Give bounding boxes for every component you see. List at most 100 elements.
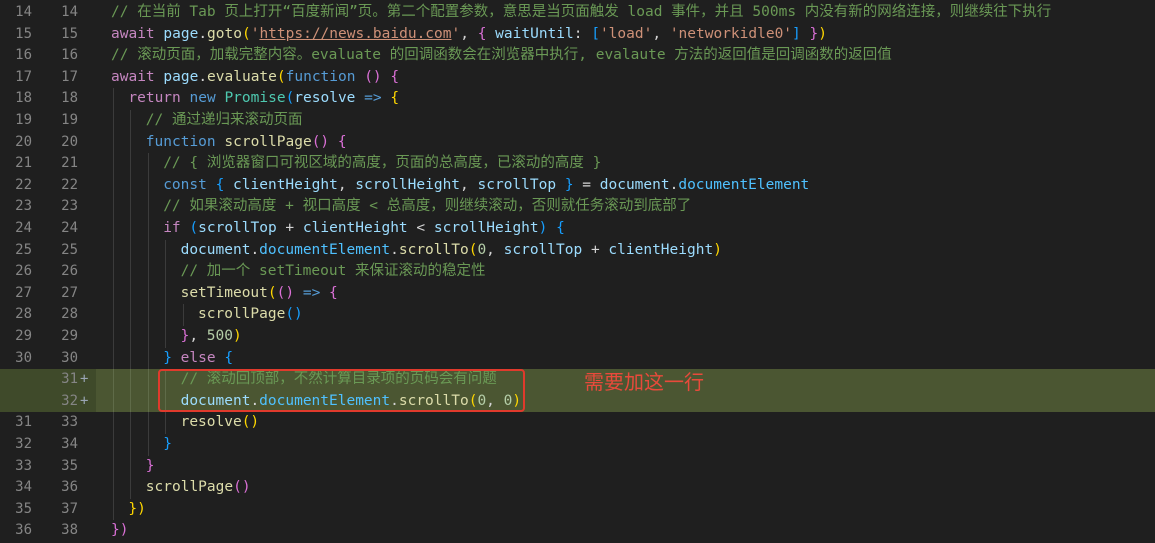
code-token: : — [573, 25, 592, 42]
indent-guide — [113, 369, 114, 391]
new-line-number: 35 — [61, 457, 78, 474]
code-line[interactable]: 19 19// 通过递归来滚动页面 — [0, 110, 1155, 132]
new-line-number: 20 — [61, 133, 78, 150]
code-token: scrollPage — [224, 133, 312, 150]
code-line[interactable]: 34 36 scrollPage() — [0, 477, 1155, 499]
code-line[interactable]: 17 17 await page.evaluate(function () { — [0, 66, 1155, 89]
code-line[interactable]: 25 25 document.documentElement.scrollTo(0,… — [0, 239, 1155, 262]
code-token: scrollTop — [477, 176, 557, 193]
code-token: < — [407, 220, 434, 236]
old-line-number: 24 — [15, 220, 32, 236]
diff-marker: + — [80, 392, 89, 409]
code-line[interactable]: 15 15 await page.goto('https://news.baidu.… — [0, 23, 1155, 46]
code-token: => — [302, 284, 321, 301]
code-text: setTimeout(() => { — [181, 283, 338, 305]
code-line[interactable]: 18 18 return new Promise(resolve => { — [0, 88, 1155, 110]
line-gutter: 19 19 — [0, 110, 96, 132]
code-token: . — [250, 241, 260, 258]
indent-guide — [113, 153, 114, 175]
code-token: ( — [189, 220, 199, 236]
code-line[interactable]: 23 23 // 如果滚动高度 + 视口高度 < 总高度，则继续滚动，否则就任务滚动… — [0, 196, 1155, 218]
code-token: { — [337, 133, 347, 150]
code-token: { — [224, 349, 234, 366]
new-line-number: 22 — [61, 176, 78, 193]
code-line[interactable]: 30 30} else { — [0, 347, 1155, 370]
code-token: await — [111, 25, 155, 42]
code-line[interactable]: 24 24 if (scrollTop + clientHeight < scrol… — [0, 218, 1155, 240]
code-text: // 加一个 setTimeout 来保证滚动的稳定性 — [181, 261, 486, 283]
line-gutter: 31 + — [0, 369, 96, 391]
code-token: scrollTop — [198, 220, 277, 236]
code-token: goto — [207, 25, 242, 42]
code-token: scrollPage — [198, 306, 286, 323]
code-line[interactable]: 31 33 resolve() — [0, 412, 1155, 434]
code-token: ' — [451, 25, 461, 42]
indent-guide — [113, 412, 114, 434]
code-line[interactable]: 16 16// 滚动页面，加载完整内容。evaluate 的回调函数会在浏览器中执… — [0, 45, 1155, 67]
code-line[interactable]: 26 26 // 加一个 setTimeout 来保证滚动的稳定性 — [0, 261, 1155, 283]
code-token: scrollTop — [503, 241, 583, 258]
new-line-number: 34 — [61, 436, 78, 452]
code-line[interactable]: 33 35} — [0, 455, 1155, 478]
new-line-number: 32 — [61, 392, 78, 409]
code-token: , — [460, 176, 478, 193]
code-token: clientHeight — [233, 176, 338, 193]
code-line[interactable]: 22 22 const { clientHeight, scrollHeight, … — [0, 174, 1155, 197]
old-line-number: 23 — [15, 198, 32, 215]
code-token: } — [145, 457, 155, 474]
new-line-number: 30 — [61, 349, 78, 366]
code-line[interactable]: 35 37}) — [0, 498, 1155, 521]
code-line[interactable]: 20 20 function scrollPage() { — [0, 131, 1155, 154]
old-line-number: 19 — [15, 112, 32, 128]
indent-guide — [113, 261, 114, 283]
code-text: scrollPage() — [146, 477, 251, 499]
code-text: }, 500) — [181, 326, 242, 348]
code-line[interactable]: 32 34} — [0, 434, 1155, 456]
code-token: } — [163, 349, 172, 366]
code-line[interactable]: 28 28 scrollPage() — [0, 304, 1155, 326]
diff-editor[interactable]: 14 14 // 在当前 Tab 页上打开“百度新闻”页。第二个配置参数，意思是当页… — [0, 0, 1155, 543]
old-line-number: 31 — [15, 414, 32, 431]
new-line-number: 29 — [61, 328, 78, 344]
indent-guide — [113, 498, 114, 521]
indent-guide — [165, 326, 167, 348]
code-line[interactable]: 36 38}) — [0, 520, 1155, 542]
indent-guide — [182, 304, 184, 326]
code-token: { — [390, 68, 400, 85]
code-token: 'load' — [599, 25, 653, 42]
indent-guide — [147, 218, 149, 240]
code-token: if — [163, 220, 181, 236]
code-token: page — [163, 25, 199, 42]
code-token: clientHeight — [608, 241, 714, 258]
code-token: https://news.baidu.com — [259, 25, 452, 42]
code-token: 0 — [477, 241, 487, 258]
line-gutter: 31 33 — [0, 412, 96, 434]
code-token: + — [276, 220, 303, 236]
old-line-number: 29 — [15, 328, 32, 344]
old-line-number: 26 — [15, 263, 32, 280]
code-line[interactable]: 29 29 }, 500) — [0, 326, 1155, 348]
old-line-number: 21 — [15, 155, 32, 172]
indent-guide — [113, 390, 114, 413]
code-token: + — [582, 241, 609, 258]
code-text: return new Promise(resolve => { — [128, 88, 399, 110]
indent-guide — [113, 88, 114, 110]
indent-guide — [147, 304, 149, 326]
indent-guide — [130, 434, 132, 456]
code-text: }) — [111, 520, 128, 542]
indent-guide — [113, 455, 114, 478]
code-token: , — [337, 176, 356, 193]
indent-guide — [147, 153, 149, 175]
new-line-number: 23 — [61, 198, 78, 215]
code-token: 500 — [206, 328, 233, 344]
code-token: // { 浏览器窗口可视区域的高度，页面的总高度，已滚动的高度 } — [163, 155, 602, 172]
code-line[interactable]: 14 14 // 在当前 Tab 页上打开“百度新闻”页。第二个配置参数，意思是当页… — [0, 2, 1155, 24]
code-token: setTimeout — [180, 284, 268, 301]
line-gutter: 32 34 — [0, 434, 96, 456]
code-line[interactable]: 27 27 setTimeout(() => { — [0, 282, 1155, 305]
code-line[interactable]: 21 21 // { 浏览器窗口可视区域的高度，页面的总高度，已滚动的高度 } — [0, 153, 1155, 175]
code-token: ( — [276, 68, 286, 85]
code-token: // 加一个 setTimeout 来保证滚动的稳定性 — [180, 263, 486, 280]
code-token: ) — [713, 241, 722, 258]
